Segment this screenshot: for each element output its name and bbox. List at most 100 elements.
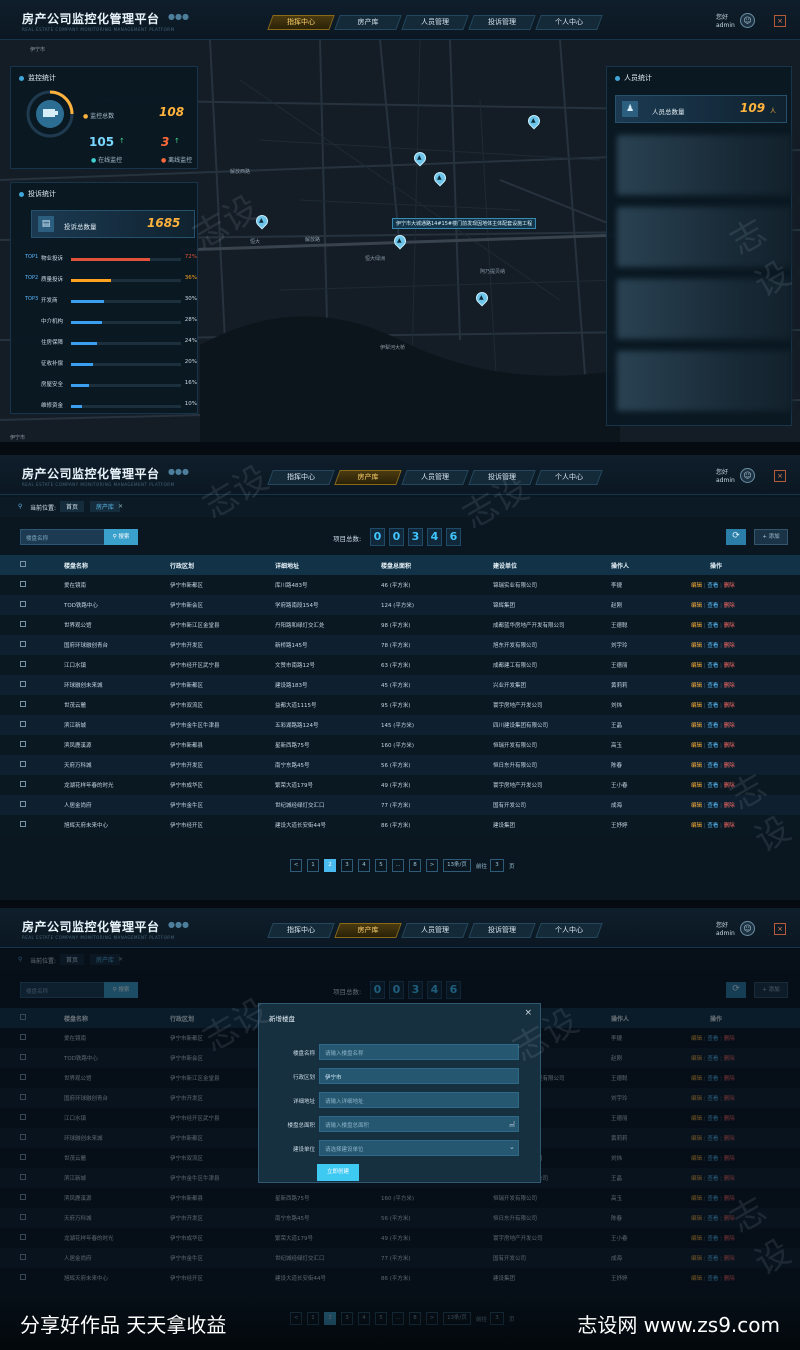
add-button[interactable]: + 添加 bbox=[754, 529, 788, 545]
page-button[interactable]: 2 bbox=[324, 859, 336, 872]
row-checkbox[interactable] bbox=[20, 641, 26, 647]
nav-complaint-management[interactable]: 投诉管理 bbox=[468, 923, 536, 938]
row-checkbox[interactable] bbox=[20, 821, 26, 827]
view-link[interactable]: 查看 bbox=[707, 823, 718, 829]
row-checkbox[interactable] bbox=[20, 721, 26, 727]
delete-link[interactable]: 删除 bbox=[724, 603, 735, 609]
view-link[interactable]: 查看 bbox=[707, 703, 718, 709]
delete-link[interactable]: 删除 bbox=[724, 703, 735, 709]
table-row[interactable]: 世界观公馆 伊宁市新江区金堂县 丹阳路和绿灯交汇处 98 (平方米) 成都蓝华房地产开发… bbox=[0, 615, 800, 635]
logout-icon[interactable]: ⨯ bbox=[774, 15, 786, 27]
building-pin-icon[interactable]: ▲ bbox=[525, 112, 543, 131]
edit-link[interactable]: 编辑 bbox=[691, 803, 702, 809]
view-link[interactable]: 查看 bbox=[707, 743, 718, 749]
edit-link[interactable]: 编辑 bbox=[691, 723, 702, 729]
avatar[interactable]: ☺ bbox=[740, 468, 755, 483]
row-checkbox[interactable] bbox=[20, 801, 26, 807]
location-callout[interactable]: 伊宁市大城通路14#15#楼门前发现因地体主体配套设施工程 bbox=[392, 218, 537, 229]
select-all-checkbox[interactable] bbox=[20, 561, 26, 567]
staff-card-blurred[interactable] bbox=[617, 351, 792, 411]
avatar[interactable]: ☺ bbox=[740, 921, 755, 936]
table-row[interactable]: TOD铁路中心 伊宁市新会区 学府路南段154号 124 (平方米) 锦辉集团 赵刚 编辑 … bbox=[0, 595, 800, 615]
view-link[interactable]: 查看 bbox=[707, 583, 718, 589]
breadcrumb-home[interactable]: 首页 bbox=[60, 501, 85, 512]
edit-link[interactable]: 编辑 bbox=[691, 823, 702, 829]
avatar[interactable]: ☺ bbox=[740, 13, 755, 28]
edit-link[interactable]: 编辑 bbox=[691, 703, 702, 709]
table-row[interactable]: 国府环球融创青台 伊宁市开发区 新桥路145号 78 (平方米) 旭东开发有限公司 刘宇玲… bbox=[0, 635, 800, 655]
staff-card-blurred[interactable] bbox=[617, 135, 792, 195]
row-checkbox[interactable] bbox=[20, 581, 26, 587]
edit-link[interactable]: 编辑 bbox=[691, 783, 702, 789]
delete-link[interactable]: 删除 bbox=[724, 643, 735, 649]
delete-link[interactable]: 删除 bbox=[724, 583, 735, 589]
nav-staff-management[interactable]: 人员管理 bbox=[401, 15, 469, 30]
edit-link[interactable]: 编辑 bbox=[691, 643, 702, 649]
nav-command-center[interactable]: 指挥中心 bbox=[267, 15, 335, 30]
page-button[interactable]: 4 bbox=[358, 859, 370, 872]
nav-staff-management[interactable]: 人员管理 bbox=[401, 923, 469, 938]
building-pin-icon[interactable]: ▲ bbox=[391, 232, 409, 251]
edit-link[interactable]: 编辑 bbox=[691, 763, 702, 769]
page-button[interactable]: 3 bbox=[341, 859, 353, 872]
nav-property-library[interactable]: 房产库 bbox=[334, 15, 402, 30]
nav-command-center[interactable]: 指挥中心 bbox=[267, 470, 335, 485]
row-checkbox[interactable] bbox=[20, 621, 26, 627]
delete-link[interactable]: 删除 bbox=[724, 803, 735, 809]
search-button[interactable]: ⚲ 搜索 bbox=[104, 529, 138, 545]
table-row[interactable]: 天府万科城 伊宁市开发区 南宁东路45号 56 (平方米) 恒日东升有限公司 陈春 编辑 |… bbox=[0, 755, 800, 775]
page-button[interactable]: 1 bbox=[307, 859, 319, 872]
row-checkbox[interactable] bbox=[20, 761, 26, 767]
table-row[interactable]: 人居金尚府 伊宁市金牛区 世纪城经绿灯交汇口 77 (平方米) 国有开发公司 成海 编辑 |… bbox=[0, 795, 800, 815]
nav-command-center[interactable]: 指挥中心 bbox=[267, 923, 335, 938]
delete-link[interactable]: 删除 bbox=[724, 623, 735, 629]
table-row[interactable]: 滨江新城 伊宁市金牛区牛津县 五彩湖路路124号 145 (平方米) 四川建设集团有限公… bbox=[0, 715, 800, 735]
row-checkbox[interactable] bbox=[20, 601, 26, 607]
goto-page-input[interactable]: 3 bbox=[490, 859, 504, 872]
delete-link[interactable]: 删除 bbox=[724, 683, 735, 689]
page-button[interactable]: ... bbox=[392, 859, 404, 872]
delete-link[interactable]: 删除 bbox=[724, 663, 735, 669]
table-row[interactable]: 滨凤鹿溪源 伊宁市新都县 星新西路75号 160 (平方米) 恒瑞开发有限公司 高玉 编辑 … bbox=[0, 735, 800, 755]
breadcrumb-tab[interactable]: 房产库 bbox=[90, 501, 121, 512]
nav-property-library[interactable]: 房产库 bbox=[334, 470, 402, 485]
edit-link[interactable]: 编辑 bbox=[691, 743, 702, 749]
delete-link[interactable]: 删除 bbox=[724, 723, 735, 729]
edit-link[interactable]: 编辑 bbox=[691, 663, 702, 669]
page-button[interactable]: 5 bbox=[375, 859, 387, 872]
row-checkbox[interactable] bbox=[20, 681, 26, 687]
nav-complaint-management[interactable]: 投诉管理 bbox=[468, 15, 536, 30]
edit-link[interactable]: 编辑 bbox=[691, 623, 702, 629]
developer-select[interactable]: 请选择建设单位 bbox=[319, 1140, 519, 1156]
table-row[interactable]: 环球融创未来城 伊宁市新都区 建设路183号 45 (平方米) 兴业开发集团 黄莉莉 编辑 … bbox=[0, 675, 800, 695]
delete-link[interactable]: 删除 bbox=[724, 823, 735, 829]
view-link[interactable]: 查看 bbox=[707, 723, 718, 729]
edit-link[interactable]: 编辑 bbox=[691, 683, 702, 689]
search-input[interactable]: 楼盘名称 bbox=[20, 529, 106, 545]
row-checkbox[interactable] bbox=[20, 741, 26, 747]
refresh-icon[interactable]: ⟳ bbox=[726, 529, 746, 545]
view-link[interactable]: 查看 bbox=[707, 643, 718, 649]
view-link[interactable]: 查看 bbox=[707, 603, 718, 609]
logout-icon[interactable]: ⨯ bbox=[774, 923, 786, 935]
property-name-input[interactable]: 请输入楼盘名称 bbox=[319, 1044, 519, 1060]
building-pin-icon[interactable]: ▲ bbox=[411, 149, 429, 168]
logout-icon[interactable]: ⨯ bbox=[774, 470, 786, 482]
view-link[interactable]: 查看 bbox=[707, 783, 718, 789]
building-pin-icon[interactable]: ▲ bbox=[473, 289, 491, 308]
next-page-button[interactable]: > bbox=[426, 859, 438, 872]
chevron-down-icon[interactable]: ⌄ bbox=[509, 1143, 515, 1151]
close-tab-icon[interactable]: ✕ bbox=[118, 503, 123, 510]
view-link[interactable]: 查看 bbox=[707, 803, 718, 809]
map-view[interactable]: 伊宁市 解放西路 解放路 阿乃提贝纳 恒大 伊犁河大桥 伊宁市 恒大绿洲 ▲ ▲… bbox=[0, 40, 800, 442]
table-row[interactable]: 龙湖花样年春的时光 伊宁市成华区 繁荣大道179号 49 (平方米) 寰宇房地产开发公司… bbox=[0, 775, 800, 795]
row-checkbox[interactable] bbox=[20, 661, 26, 667]
nav-personal-center[interactable]: 个人中心 bbox=[535, 15, 603, 30]
edit-link[interactable]: 编辑 bbox=[691, 603, 702, 609]
nav-property-library[interactable]: 房产库 bbox=[334, 923, 402, 938]
row-checkbox[interactable] bbox=[20, 781, 26, 787]
table-row[interactable]: 爱在镜南 伊宁市新都区 库川路483号 46 (平方米) 锦瑞实业有限公司 李捷 编辑 | … bbox=[0, 575, 800, 595]
nav-personal-center[interactable]: 个人中心 bbox=[535, 923, 603, 938]
address-input[interactable]: 请输入详细地址 bbox=[319, 1092, 519, 1108]
row-checkbox[interactable] bbox=[20, 701, 26, 707]
